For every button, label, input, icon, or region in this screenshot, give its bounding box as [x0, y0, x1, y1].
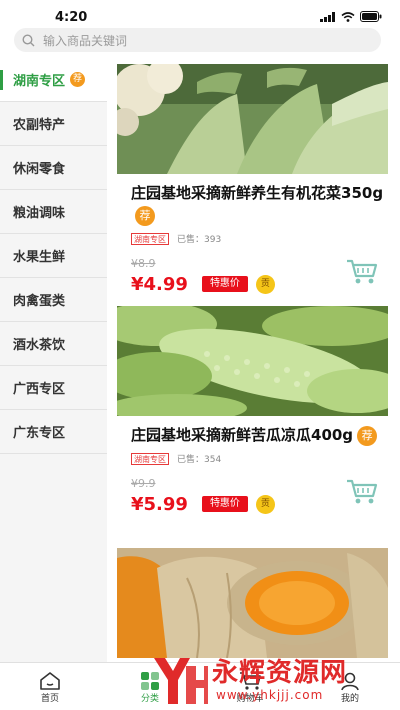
tab-label: 首页 — [40, 694, 59, 704]
sidebar-item-label: 农副特产 — [13, 118, 66, 133]
sold-count: 已售：393 — [177, 235, 222, 245]
pumpkin-photo — [117, 548, 388, 658]
tribute-badge: 贡 — [255, 494, 275, 514]
tab-home[interactable]: 首页 — [0, 663, 100, 710]
recommend-badge: 荐 — [135, 205, 155, 226]
category-icon — [141, 672, 159, 690]
tab-label: 我的 — [340, 694, 359, 704]
sidebar-item-label: 肉禽蛋类 — [13, 294, 66, 309]
add-to-cart-icon[interactable] — [346, 258, 378, 286]
region-tag: 湖南专区 — [131, 232, 169, 245]
bitter-melon-photo — [117, 306, 388, 416]
search-placeholder: 输入商品关键词 — [43, 33, 128, 48]
status-bar: 4:20 — [0, 0, 400, 28]
product-title: 庄园基地采摘新鲜苦瓜凉瓜400g 荐 — [131, 424, 386, 446]
search-input[interactable]: 输入商品关键词 — [14, 28, 381, 52]
product-list: 庄园基地采摘新鲜养生有机花菜350g荐 湖南专区 已售：393 ¥8.9 ¥4.… — [117, 64, 388, 662]
sale-price: ¥5.99 — [131, 493, 188, 515]
sidebar-item-drinks[interactable]: 酒水茶饮 — [0, 322, 107, 366]
bottom-nav: 首页 分类 购物车 我的 — [0, 662, 400, 710]
sidebar-item-grain-oil[interactable]: 粮油调味 — [0, 190, 107, 234]
signal-icon — [320, 11, 335, 22]
tab-label: 购物车 — [236, 694, 264, 704]
tab-cart[interactable]: 购物车 — [200, 663, 300, 710]
sidebar-item-label: 酒水茶饮 — [13, 338, 66, 353]
sold-count: 已售：354 — [177, 455, 222, 465]
sidebar-item-guangxi[interactable]: 广西专区 — [0, 366, 107, 410]
sidebar-item-label: 水果生鲜 — [13, 250, 66, 265]
sidebar-item-label: 广西专区 — [13, 382, 66, 397]
product-card[interactable] — [117, 548, 388, 662]
category-sidebar: 湖南专区 荐 农副特产 休闲零食 粮油调味 水果生鲜 肉禽蛋类 酒水茶饮 广西专… — [0, 58, 107, 662]
price-row: ¥4.99 特惠价 贡 — [131, 259, 388, 296]
status-icons — [320, 11, 382, 22]
battery-icon — [360, 11, 382, 22]
sidebar-item-meat-eggs[interactable]: 肉禽蛋类 — [0, 278, 107, 322]
sidebar-item-label: 休闲零食 — [13, 162, 66, 177]
product-card[interactable]: 庄园基地采摘新鲜苦瓜凉瓜400g 荐 湖南专区 已售：354 ¥9.9 ¥5.99… — [117, 306, 388, 548]
search-icon — [22, 33, 35, 46]
status-time: 4:20 — [55, 10, 88, 25]
tribute-badge: 贡 — [255, 274, 275, 294]
sidebar-item-hunan[interactable]: 湖南专区 荐 — [0, 58, 107, 102]
profile-icon — [341, 672, 359, 691]
product-title: 庄园基地采摘新鲜养生有机花菜350g荐 — [131, 182, 386, 226]
tab-label: 分类 — [140, 694, 159, 704]
deal-tag: 特惠价 — [201, 276, 248, 292]
sidebar-item-label: 粮油调味 — [13, 206, 66, 221]
region-tag: 湖南专区 — [131, 452, 169, 465]
recommend-badge: 荐 — [70, 72, 86, 87]
sidebar-item-label: 广东专区 — [13, 426, 66, 441]
wifi-icon — [341, 11, 355, 22]
deal-tag: 特惠价 — [201, 496, 248, 512]
cauliflower-photo — [117, 64, 388, 174]
sidebar-item-guangdong[interactable]: 广东专区 — [0, 410, 107, 454]
add-to-cart-icon[interactable] — [346, 478, 378, 506]
home-icon — [40, 672, 60, 690]
tab-profile[interactable]: 我的 — [300, 663, 400, 710]
sidebar-item-fresh-fruit[interactable]: 水果生鲜 — [0, 234, 107, 278]
product-card[interactable]: 庄园基地采摘新鲜养生有机花菜350g荐 湖南专区 已售：393 ¥8.9 ¥4.… — [117, 64, 388, 306]
product-meta: 湖南专区 已售：393 — [131, 232, 388, 245]
tab-category[interactable]: 分类 — [100, 663, 200, 710]
sidebar-item-snacks[interactable]: 休闲零食 — [0, 146, 107, 190]
sidebar-item-label: 湖南专区 — [13, 74, 66, 89]
price-row: ¥5.99 特惠价 贡 — [131, 479, 388, 516]
recommend-badge: 荐 — [357, 425, 378, 446]
sidebar-item-agricultural[interactable]: 农副特产 — [0, 102, 107, 146]
product-meta: 湖南专区 已售：354 — [131, 452, 388, 465]
cart-icon — [240, 672, 261, 690]
sale-price: ¥4.99 — [131, 273, 188, 295]
